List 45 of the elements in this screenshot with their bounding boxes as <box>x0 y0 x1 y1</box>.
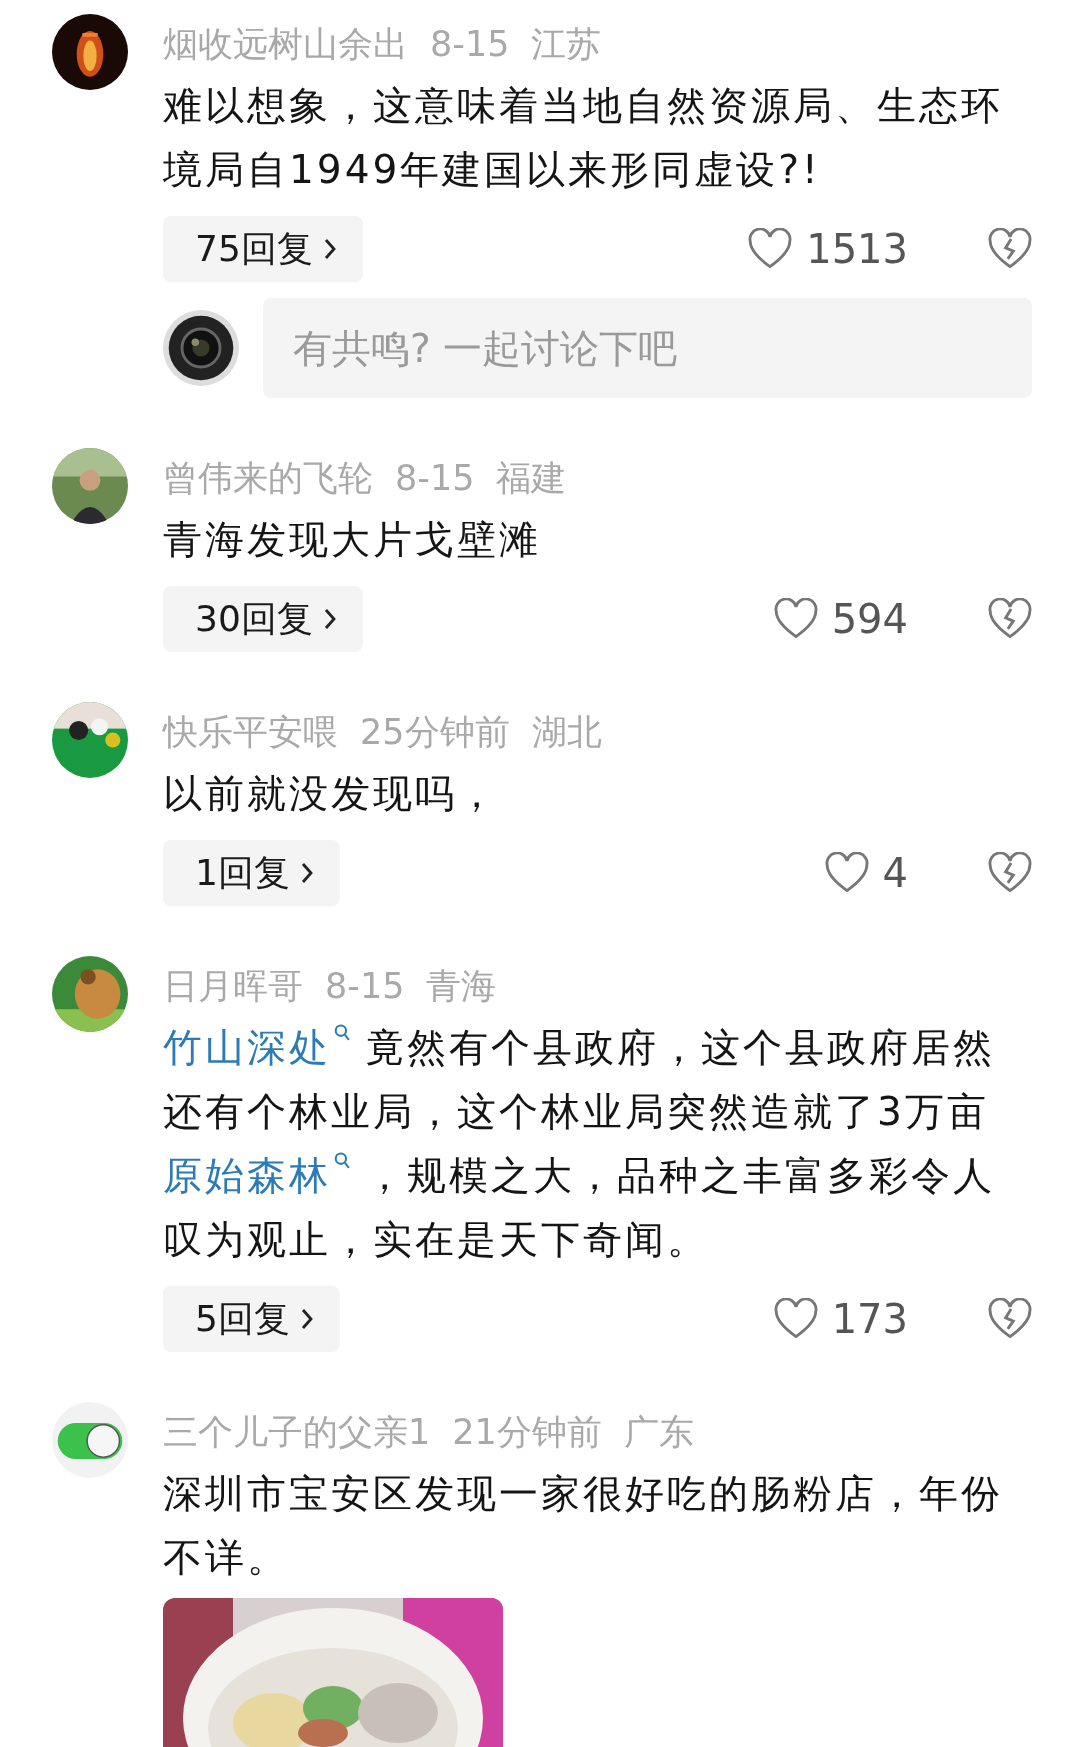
comment-date: 8-15 <box>430 23 510 66</box>
comment-region: 福建 <box>496 457 567 500</box>
chevron-icon <box>299 861 314 885</box>
heart-icon[interactable] <box>773 1298 818 1340</box>
broken-heart-icon[interactable] <box>988 852 1032 894</box>
username[interactable]: 烟收远树山余出 <box>163 18 408 70</box>
like-count: 594 <box>831 596 908 642</box>
comment-date: 8-15 <box>395 457 475 500</box>
username[interactable]: 曾伟来的飞轮 <box>163 452 373 504</box>
replies-button[interactable]: 75回复 <box>163 216 363 282</box>
replies-button[interactable]: 5回复 <box>163 1286 340 1352</box>
comment-region: 江苏 <box>531 23 602 66</box>
comment-region: 广东 <box>623 1411 694 1454</box>
comment-date: 25分钟前 <box>360 711 510 754</box>
comment-text: 深圳市宝安区发现一家很好吃的肠粉店，年份不详。 <box>163 1470 1004 1582</box>
like-count: 4 <box>882 850 908 896</box>
link[interactable]: 竹山深处 <box>163 1025 350 1070</box>
chevron-icon <box>322 237 337 261</box>
comment-region: 青海 <box>426 965 497 1008</box>
heart-icon[interactable] <box>773 598 818 640</box>
comment-text: 竹山深处 竟然有个县政府，这个县政府居然还有个林业局，这个林业局突然造就了3万亩 原始森林 ，规模之大，品种之丰富多彩令人叹为观止，实在是天下奇闻。 <box>163 1022 997 1264</box>
username[interactable]: 三个儿子的父亲1 <box>163 1406 431 1458</box>
comment-date: 8-15 <box>325 965 405 1008</box>
username[interactable]: 日月晖哥 <box>163 960 303 1012</box>
comment-region: 湖北 <box>531 711 602 754</box>
chevron-icon <box>322 607 337 631</box>
heart-icon[interactable] <box>824 852 869 894</box>
like-count: 1513 <box>806 226 908 272</box>
search-icon <box>334 1151 350 1171</box>
broken-heart-icon[interactable] <box>988 228 1032 270</box>
comment-date: 21分钟前 <box>452 1411 602 1454</box>
heart-icon[interactable] <box>748 228 793 270</box>
broken-heart-icon[interactable] <box>988 1298 1032 1340</box>
search-icon <box>334 1023 350 1043</box>
link[interactable]: 原始森林 <box>163 1153 350 1198</box>
comment-text: 青海发现大片戈壁滩 <box>163 516 542 564</box>
comment-input[interactable]: 有共鸣? 一起讨论下吧 <box>263 298 1032 398</box>
username[interactable]: 快乐平安喂 <box>163 706 338 758</box>
comment-text: 以前就没发现吗， <box>163 770 500 818</box>
comment-text: 难以想象，这意味着当地自然资源局、生态环境局自1949年建国以来形同虚设?! <box>163 82 1004 194</box>
chevron-icon <box>299 1307 314 1331</box>
replies-button[interactable]: 30回复 <box>163 586 363 652</box>
like-count: 173 <box>831 1296 908 1342</box>
replies-button[interactable]: 1回复 <box>163 840 340 906</box>
broken-heart-icon[interactable] <box>988 598 1032 640</box>
